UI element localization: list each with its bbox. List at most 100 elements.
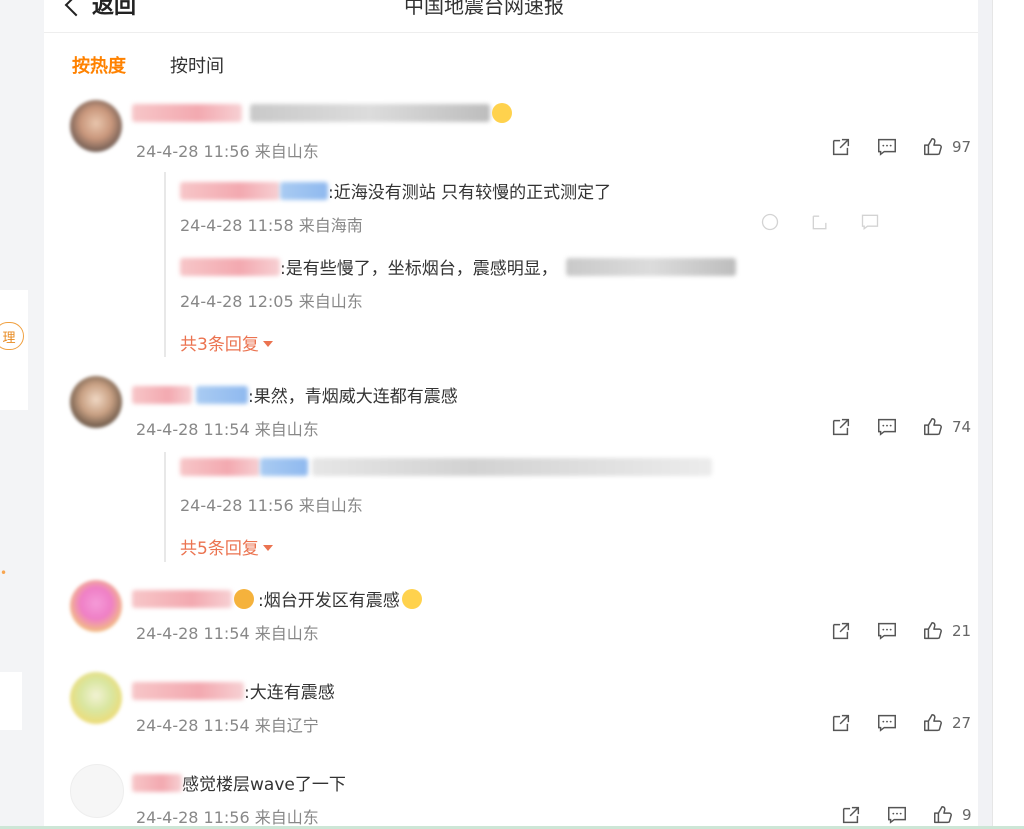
share-icon [842, 806, 860, 824]
like-button[interactable]: 27 [922, 712, 971, 734]
comment-line: :烟台开发区有震感 [132, 586, 422, 611]
reply-meta: 24-4-28 11:56 来自山东 [180, 496, 363, 515]
comment-meta: 24-4-28 11:54 来自辽宁 [136, 716, 319, 735]
blurred-text [280, 181, 328, 200]
reply-line [180, 458, 712, 476]
blurred-text [565, 257, 736, 276]
comment-icon [878, 622, 896, 640]
share-icon [832, 714, 850, 732]
comment-button[interactable] [876, 712, 898, 734]
comment-button[interactable] [886, 804, 908, 826]
comment-line: :果然，青烟威大连都有震感 [132, 382, 458, 407]
share-button[interactable] [830, 712, 852, 734]
avatar[interactable] [70, 580, 122, 632]
share-icon [812, 215, 827, 230]
reply-list: 24-4-28 11:56 来自山东 共5条回复 [164, 452, 866, 562]
chevron-left-icon [64, 0, 88, 17]
back-label: 返回 [92, 0, 137, 19]
reply-list: :近海没有测站 只有较慢的正式测定了 24-4-28 11:58 来自海南 :是… [164, 172, 866, 357]
emoji-icon [234, 588, 254, 609]
left-card [0, 290, 28, 410]
comment-icon [878, 418, 896, 436]
thumbs-up-icon [924, 418, 942, 436]
avatar[interactable] [70, 764, 124, 818]
thumbs-up-icon [924, 714, 942, 732]
reply-username[interactable] [180, 181, 280, 200]
blurred-text [250, 104, 490, 122]
info-icon [761, 213, 779, 231]
back-button[interactable]: 返回 [64, 0, 137, 20]
like-button[interactable]: 97 [922, 136, 971, 158]
thumbs-up-icon [924, 138, 942, 156]
comment-text: 感觉楼层wave了一下 [182, 775, 346, 795]
like-count: 27 [952, 714, 972, 732]
comment-icon [888, 806, 906, 824]
username[interactable] [132, 104, 242, 122]
caret-down-icon [262, 544, 273, 551]
share-icon [832, 418, 850, 436]
username[interactable] [132, 589, 232, 608]
left-card-2 [0, 672, 22, 730]
reply-username[interactable] [180, 257, 280, 276]
comment-button[interactable] [876, 620, 898, 642]
comment-meta: 24-4-28 11:54 来自山东 [136, 420, 319, 439]
avatar[interactable] [70, 100, 122, 152]
comment-line: 感觉楼层wave了一下 [132, 770, 346, 795]
like-button[interactable]: 9 [932, 804, 972, 826]
comment-text: :烟台开发区有震感 [258, 591, 400, 611]
like-count: 97 [952, 138, 972, 156]
comment-actions: 27 [830, 712, 978, 734]
reply-line: :是有些慢了，坐标烟台，震感明显， [180, 254, 736, 279]
more-replies-link[interactable]: 共5条回复 [180, 534, 273, 559]
username[interactable] [132, 681, 244, 700]
reply-username[interactable] [180, 458, 260, 476]
username[interactable] [132, 773, 182, 792]
left-panel: 理 • [0, 0, 44, 829]
like-count: 9 [962, 806, 972, 824]
blurred-text [196, 385, 248, 404]
comment-icon [878, 714, 896, 732]
sort-tabs: 按热度 按时间 [72, 52, 224, 78]
share-button[interactable] [830, 620, 852, 642]
comment-button[interactable] [876, 416, 898, 438]
comment-text: :大连有震感 [244, 683, 335, 703]
comment-actions: 21 [830, 620, 978, 642]
comment-meta: 24-4-28 11:54 来自山东 [136, 624, 319, 643]
reply-text: :是有些慢了，坐标烟台，震感明显， [280, 259, 558, 279]
comment-line: :大连有震感 [132, 678, 335, 703]
tab-sort-by-hot[interactable]: 按热度 [72, 52, 126, 78]
reply-meta: 24-4-28 11:58 来自海南 [180, 216, 363, 235]
comment-meta: 24-4-28 11:56 来自山东 [136, 142, 319, 161]
share-button[interactable] [830, 416, 852, 438]
emoji-icon [401, 588, 422, 609]
like-count: 74 [952, 418, 972, 436]
emoji-icon [492, 103, 512, 123]
page-title: 中国地震台网速报 [404, 0, 564, 18]
comment-meta: 24-4-28 11:56 来自山东 [136, 808, 319, 827]
comment-actions: 9 [840, 804, 978, 826]
hot-rank-panel [992, 0, 1024, 829]
caret-down-icon [262, 340, 273, 347]
avatar[interactable] [70, 376, 122, 428]
username[interactable] [132, 385, 192, 404]
comment-icon [878, 138, 896, 156]
thumbs-up-icon [934, 806, 952, 824]
comment-button[interactable] [876, 136, 898, 158]
comment-panel: 返回 中国地震台网速报 按热度 按时间 24-4-28 11:56 来自山东 9… [44, 0, 978, 829]
like-count: 21 [952, 622, 972, 640]
share-button[interactable] [840, 804, 862, 826]
like-button[interactable]: 74 [922, 416, 971, 438]
share-icon [832, 138, 850, 156]
blurred-text [312, 458, 712, 476]
avatar[interactable] [70, 672, 122, 724]
more-replies-label: 共5条回复 [180, 539, 259, 559]
reply-line: :近海没有测站 只有较慢的正式测定了 [180, 178, 611, 203]
tab-sort-by-time[interactable]: 按时间 [170, 52, 224, 78]
like-button[interactable]: 21 [922, 620, 971, 642]
reply-meta: 24-4-28 12:05 来自山东 [180, 292, 363, 311]
more-replies-link[interactable]: 共3条回复 [180, 330, 273, 355]
share-button[interactable] [830, 136, 852, 158]
more-replies-label: 共3条回复 [180, 335, 259, 355]
comment-actions: 97 [830, 136, 978, 158]
reply-text: :近海没有测站 只有较慢的正式测定了 [328, 183, 612, 203]
